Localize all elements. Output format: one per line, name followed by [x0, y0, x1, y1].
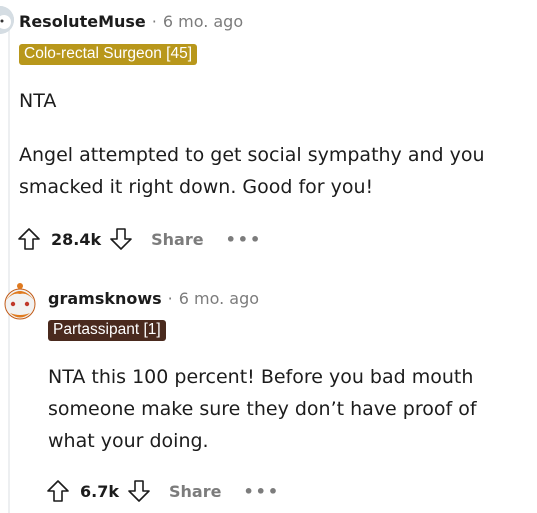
comment-paragraph: NTA this 100 percent! Before you bad mou…: [48, 366, 477, 452]
user-flair: Colo-rectal Surgeon [45]: [19, 44, 198, 65]
comment-actions: 6.7k Share •••: [46, 476, 280, 506]
comment-meta: gramsknows · 6 mo. ago: [48, 289, 259, 308]
avatar[interactable]: [0, 280, 40, 324]
separator-dot: ·: [167, 289, 173, 308]
avatar[interactable]: [0, 6, 14, 34]
upvote-arrow-icon[interactable]: [17, 227, 41, 251]
vote-score: 6.7k: [80, 481, 119, 501]
username[interactable]: gramsknows: [48, 289, 162, 308]
comment-paragraph: NTA: [19, 90, 57, 112]
timestamp[interactable]: 6 mo. ago: [163, 12, 243, 31]
downvote-arrow-icon[interactable]: [109, 227, 133, 251]
separator-dot: ·: [151, 12, 157, 31]
comment-meta: ResoluteMuse · 6 mo. ago: [19, 12, 243, 31]
comment-paragraph: Angel attempted to get social sympathy a…: [19, 144, 485, 198]
user-flair: Partassipant [1]: [48, 320, 166, 341]
share-button[interactable]: Share: [151, 230, 203, 249]
more-options-button[interactable]: •••: [243, 482, 280, 501]
share-button[interactable]: Share: [169, 482, 221, 501]
comment-actions: 28.4k Share •••: [17, 224, 262, 254]
username[interactable]: ResoluteMuse: [19, 12, 146, 31]
downvote-arrow-icon[interactable]: [127, 479, 151, 503]
upvote-arrow-icon[interactable]: [46, 479, 70, 503]
more-options-button[interactable]: •••: [226, 230, 263, 249]
thread-line[interactable]: [8, 28, 10, 513]
timestamp[interactable]: 6 mo. ago: [179, 289, 259, 308]
vote-score: 28.4k: [51, 229, 102, 249]
